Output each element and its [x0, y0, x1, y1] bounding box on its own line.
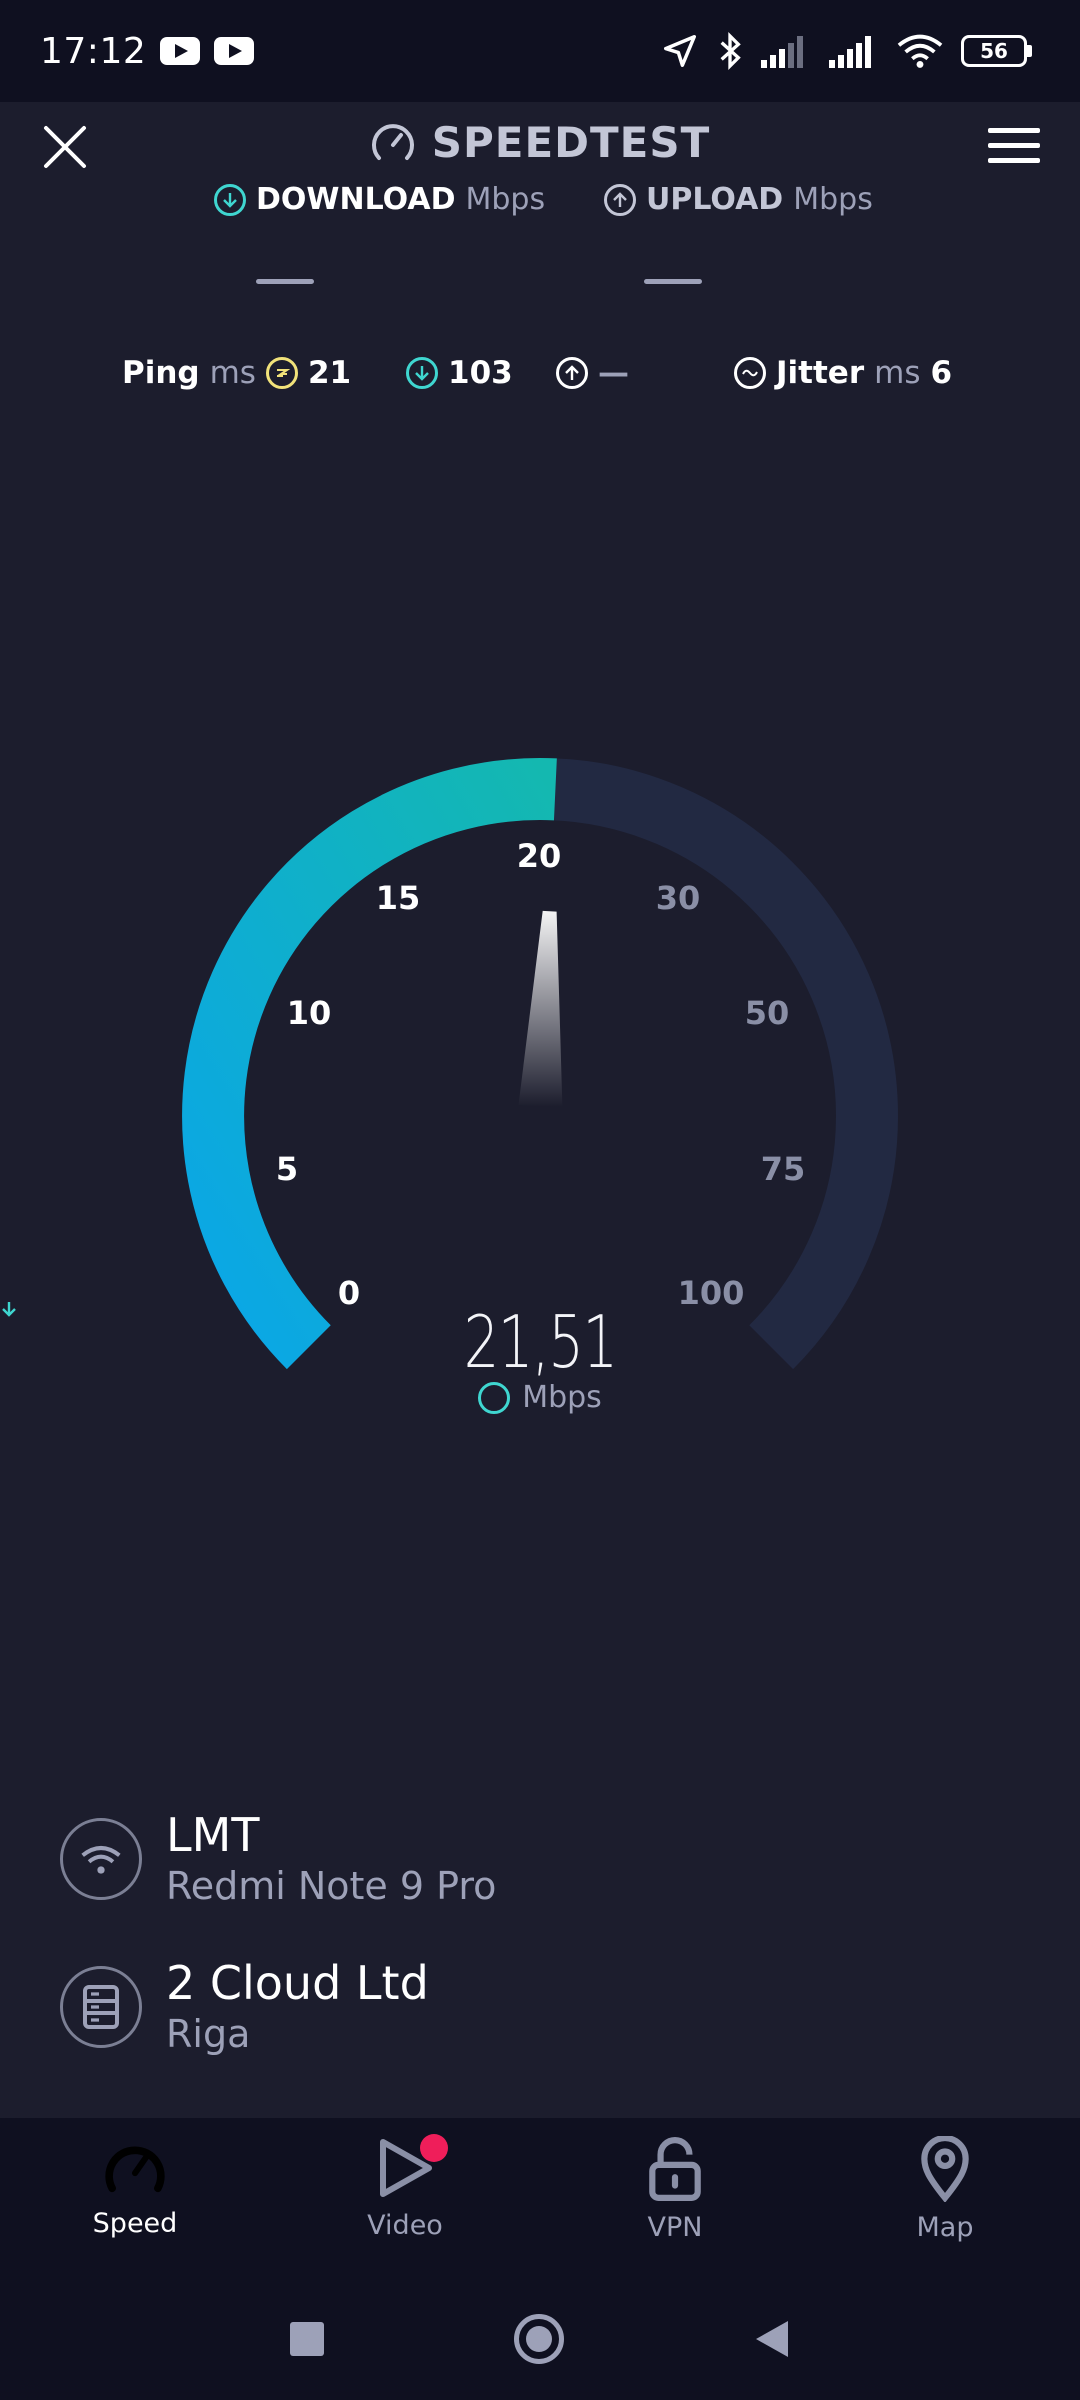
app-header: SPEEDTEST: [0, 102, 1080, 192]
download-arrow-icon: [214, 183, 246, 216]
speed-gauge-icon: [105, 2146, 165, 2193]
jitter-metric: Jitter ms 6: [734, 355, 952, 391]
gauge-needle: [518, 910, 563, 1107]
nav-video[interactable]: Video: [270, 2118, 540, 2278]
tick-label-15: 15: [375, 879, 421, 917]
bottom-navigation: Speed Video VPN Map: [0, 2118, 1080, 2278]
unlock-icon: [649, 2137, 701, 2201]
ping-bolt-icon: [265, 357, 298, 389]
back-triangle-icon[interactable]: [754, 2319, 790, 2359]
location-arrow-icon: [664, 35, 696, 67]
nav-vpn-label: VPN: [647, 2212, 703, 2243]
upload-value-placeholder: [644, 279, 702, 284]
jitter-wave-icon: [734, 357, 766, 389]
current-speed-unit: Mbps: [522, 1380, 602, 1415]
download-value-placeholder: [256, 279, 314, 284]
signal-icon-2: [829, 36, 871, 68]
download-latency-metric: 103: [406, 355, 513, 391]
menu-icon[interactable]: [988, 124, 1040, 168]
nav-speed[interactable]: Speed: [0, 2118, 270, 2278]
download-result: DOWNLOAD Mbps: [214, 182, 545, 217]
brand: SPEEDTEST: [0, 118, 1080, 167]
current-speed-value: 21,51: [463, 1300, 619, 1384]
test-results-header: DOWNLOAD Mbps UPLOAD Mbps: [0, 182, 1080, 284]
speedometer-logo-icon: [371, 123, 414, 160]
signal-icon: [761, 36, 803, 68]
tick-label-30: 30: [655, 879, 701, 917]
ping-label: Ping: [122, 355, 200, 391]
wifi-connection-icon: [60, 1818, 142, 1901]
map-pin-icon: [921, 2136, 969, 2202]
speed-gauge: 0 5 10 15 20 30 50 75 100 21,51 Mbps: [0, 700, 1080, 1460]
provider-info[interactable]: LMT Redmi Note 9 Pro: [60, 1810, 960, 1908]
download-unit: Mbps: [465, 182, 546, 217]
server-name: 2 Cloud Ltd: [166, 1956, 429, 2010]
tick-label-10: 10: [286, 994, 332, 1032]
gauge-progress-arc: [182, 758, 557, 1370]
system-navigation: [0, 2278, 1080, 2400]
server-location: Riga: [166, 2011, 251, 2056]
youtube-notification-icon-2: [214, 37, 255, 65]
upload-unit: Mbps: [793, 182, 873, 217]
provider-name: LMT: [166, 1808, 260, 1862]
download-latency-value: 103: [448, 355, 513, 391]
server-icon: [60, 1966, 142, 2049]
latency-metrics: Ping ms 21 103 — Jitter ms 6: [0, 355, 1080, 405]
ping-unit: ms: [209, 355, 256, 391]
nav-map[interactable]: Map: [810, 2118, 1080, 2278]
download-label: DOWNLOAD: [256, 182, 456, 217]
jitter-unit: ms: [874, 355, 921, 391]
upload-latency-value: —: [598, 355, 629, 391]
tick-label-5: 5: [275, 1150, 299, 1188]
tick-label-20: 20: [516, 837, 562, 875]
upload-result: UPLOAD Mbps: [604, 182, 873, 217]
recents-square-icon[interactable]: [290, 2322, 324, 2356]
tick-label-75: 75: [760, 1150, 806, 1188]
nav-map-label: Map: [916, 2212, 974, 2243]
wifi-icon: [897, 34, 943, 68]
ping-metric: Ping ms 21: [122, 355, 351, 391]
upload-latency-icon: [556, 357, 588, 389]
upload-label: UPLOAD: [646, 182, 784, 217]
tick-label-50: 50: [744, 994, 790, 1032]
nav-speed-label: Speed: [92, 2208, 178, 2239]
youtube-notification-icon: [160, 37, 201, 65]
upload-arrow-icon: [604, 183, 636, 216]
notification-dot: [420, 2134, 448, 2162]
battery-icon: 56: [961, 35, 1032, 67]
speed-readout: 21,51 Mbps: [0, 1300, 1080, 1415]
battery-level: 56: [980, 39, 1008, 63]
download-latency-icon: [406, 357, 438, 389]
home-circle-icon[interactable]: [514, 2314, 564, 2364]
nav-vpn[interactable]: VPN: [540, 2118, 810, 2278]
bluetooth-icon: [720, 31, 741, 71]
download-direction-icon: [2, 1302, 511, 1414]
jitter-value: 6: [930, 355, 953, 391]
ping-value: 21: [307, 355, 352, 391]
app-title: SPEEDTEST: [431, 118, 711, 167]
server-info[interactable]: 2 Cloud Ltd Riga: [60, 1958, 960, 2056]
status-bar: 17:12 56: [0, 0, 1080, 102]
status-time: 17:12: [40, 30, 147, 72]
jitter-label: Jitter: [776, 355, 865, 391]
nav-video-label: Video: [367, 2210, 443, 2241]
upload-latency-metric: —: [556, 355, 629, 391]
device-name: Redmi Note 9 Pro: [166, 1863, 497, 1908]
